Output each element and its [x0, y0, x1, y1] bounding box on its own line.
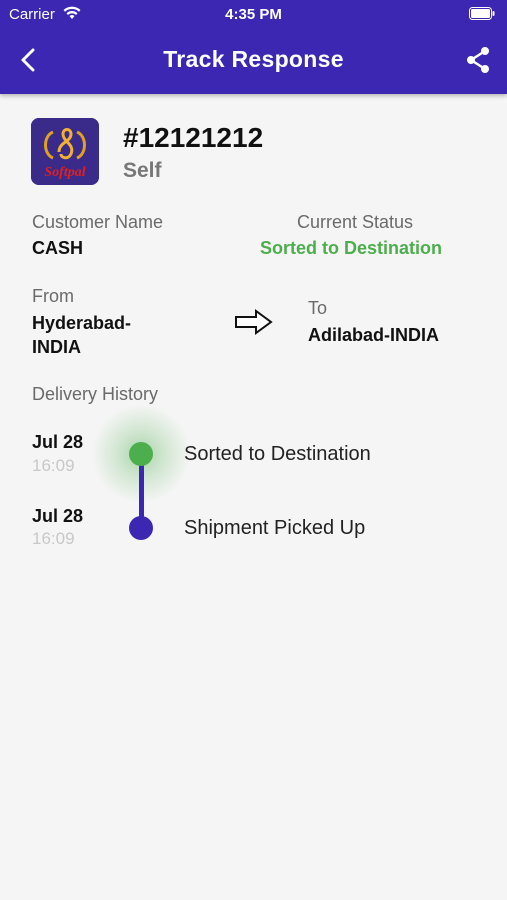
battery-icon	[469, 7, 495, 24]
to-value: Adilabad-INDIA	[308, 325, 440, 345]
app-header: Carrier 4:35 PM Track Response	[0, 0, 507, 94]
customer-name-value: CASH	[32, 238, 84, 258]
svg-text:Softpal: Softpal	[44, 165, 85, 180]
event-description: Sorted to Destination	[184, 443, 371, 465]
tracking-content: Softpal #12121212 Self Customer Name CAS…	[0, 94, 507, 900]
page-title: Track Response	[163, 46, 344, 72]
timeline-dot-current	[129, 442, 153, 466]
timeline-dot	[129, 516, 153, 540]
shipment-type: Self	[123, 159, 162, 182]
event-time: 16:09	[32, 529, 75, 548]
from-label: From	[32, 286, 74, 306]
current-status-label: Current Status	[297, 212, 414, 232]
company-logo: Softpal	[31, 118, 99, 185]
share-icon[interactable]	[465, 46, 491, 79]
event-date: Jul 28	[32, 432, 84, 452]
event-description: Shipment Picked Up	[184, 517, 366, 539]
timeline-connector	[139, 460, 144, 524]
to-label: To	[308, 298, 328, 318]
from-value-line1: Hyderabad-	[32, 313, 132, 333]
delivery-history-label: Delivery History	[32, 384, 159, 404]
shipment-number: #12121212	[123, 122, 264, 153]
status-bar: Carrier 4:35 PM	[0, 0, 507, 30]
from-value-line2: INDIA	[32, 337, 81, 357]
arrow-right-icon	[234, 309, 274, 340]
customer-name-label: Customer Name	[32, 212, 164, 232]
event-time: 16:09	[32, 456, 75, 475]
clock: 4:35 PM	[225, 6, 282, 23]
event-date: Jul 28	[32, 506, 84, 526]
current-status-value: Sorted to Destination	[260, 238, 443, 258]
